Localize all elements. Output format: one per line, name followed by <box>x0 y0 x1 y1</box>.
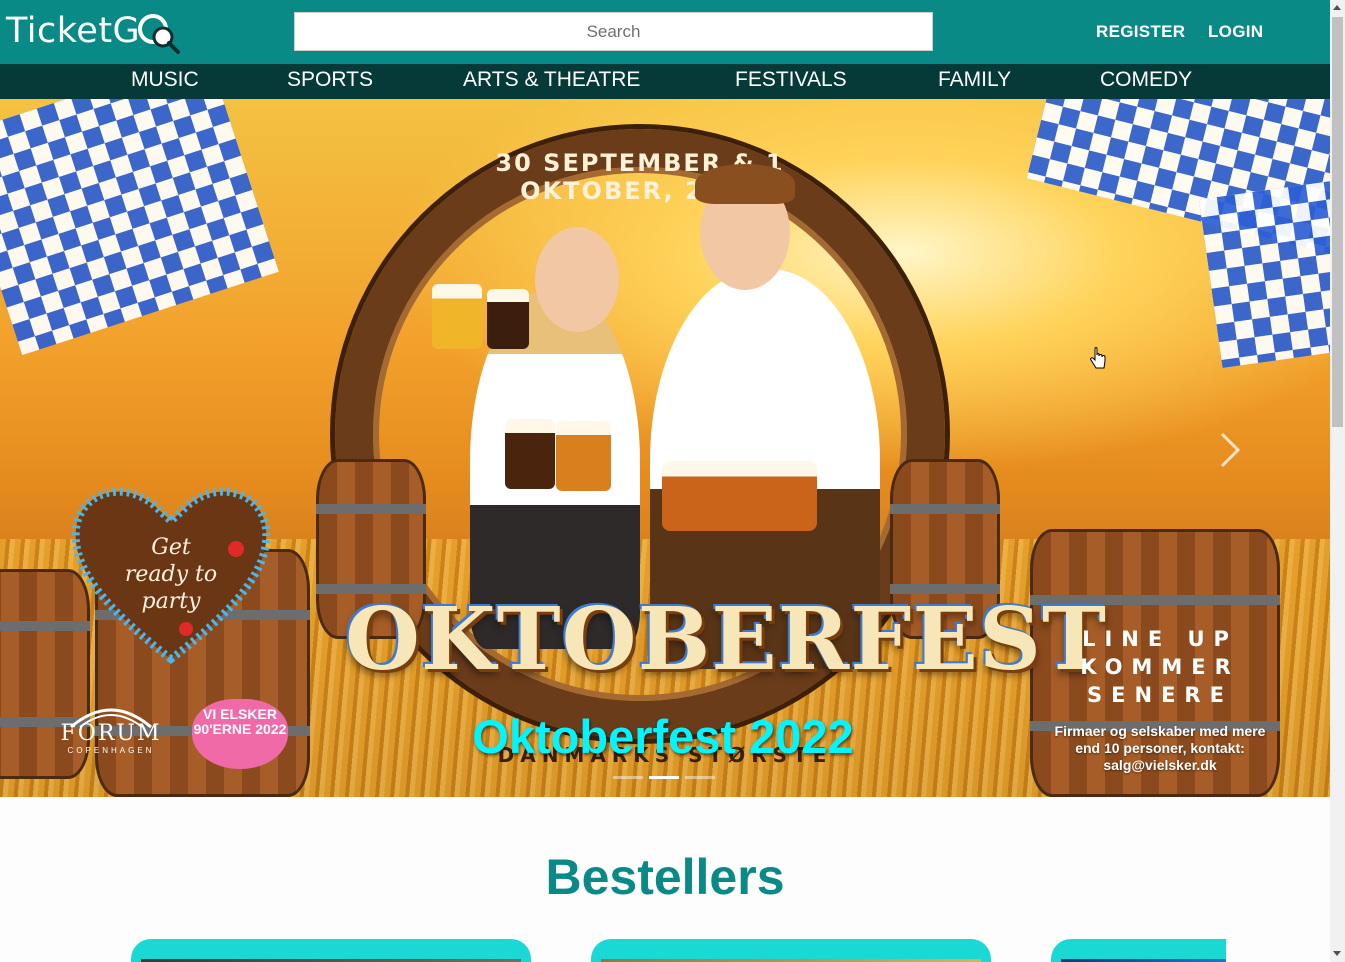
scroll-down-arrow-icon[interactable] <box>1333 951 1341 956</box>
hand-cursor-icon <box>1090 347 1106 369</box>
nav-item-music[interactable]: MUSIC <box>131 68 199 92</box>
scrollbar-thumb[interactable] <box>1332 17 1343 427</box>
section-title: Bestellers <box>545 849 785 905</box>
logo[interactable]: TicketG <box>6 6 182 56</box>
bavarian-flag-right-lower <box>1198 180 1330 368</box>
magnifier-ticket-icon <box>136 8 182 54</box>
beer-mug <box>432 284 482 349</box>
nav-item-arts-theatre[interactable]: ARTS & THEATRE <box>463 68 640 92</box>
gingerbread-heart: Get ready to party <box>71 487 271 665</box>
man-hair <box>695 164 795 204</box>
login-link[interactable]: LOGIN <box>1208 22 1263 42</box>
carousel-indicator-2[interactable] <box>649 776 679 779</box>
beer-mug-amber <box>556 421 611 491</box>
nav-item-sports[interactable]: SPORTS <box>287 68 373 92</box>
bavarian-flag-left <box>0 99 279 356</box>
scroll-up-arrow-icon[interactable] <box>1333 5 1341 10</box>
scrollbar[interactable] <box>1330 0 1345 962</box>
chevron-right-icon[interactable] <box>1218 430 1242 470</box>
lineup-line-2: KOMMER <box>1080 655 1240 679</box>
carousel-indicator-1[interactable] <box>613 776 643 779</box>
search-box[interactable] <box>294 12 933 51</box>
beer-mug-dark-2 <box>505 419 555 489</box>
heart-text-line2: ready to <box>125 562 217 587</box>
heart-text-line3: party <box>142 589 202 614</box>
lineup-line-1: LINE UP <box>1082 627 1238 651</box>
slide-caption: Oktoberfest 2022 <box>472 710 854 763</box>
nav-item-comedy[interactable]: COMEDY <box>1100 68 1192 92</box>
bestseller-card-3[interactable] <box>1051 939 1226 962</box>
carousel-indicator-3[interactable] <box>685 776 715 779</box>
beer-mugs-group <box>662 461 817 531</box>
beer-mug-dark <box>487 289 529 349</box>
search-input[interactable] <box>295 13 932 50</box>
poster-title: OKTOBERFEST <box>345 589 1107 690</box>
lineup-line-3: SENERE <box>1087 683 1233 707</box>
heart-text-line1: Get <box>151 535 191 560</box>
top-header: TicketG REGISTER LOGIN <box>0 0 1330 64</box>
register-link[interactable]: REGISTER <box>1096 22 1185 42</box>
nav-item-family[interactable]: FAMILY <box>938 68 1011 92</box>
category-nav: MUSIC SPORTS ARTS & THEATRE FESTIVALS FA… <box>0 64 1330 99</box>
nav-item-festivals[interactable]: FESTIVALS <box>735 68 847 92</box>
woman-face <box>535 227 619 332</box>
carousel-indicators <box>613 776 715 779</box>
logo-text: TicketG <box>6 11 141 51</box>
bestseller-card-2[interactable] <box>591 939 991 962</box>
hero-carousel[interactable]: 30 SEPTEMBER & 1 OKTOBER, 2022 Get ready… <box>0 99 1330 797</box>
bestseller-card-1[interactable] <box>131 939 531 962</box>
